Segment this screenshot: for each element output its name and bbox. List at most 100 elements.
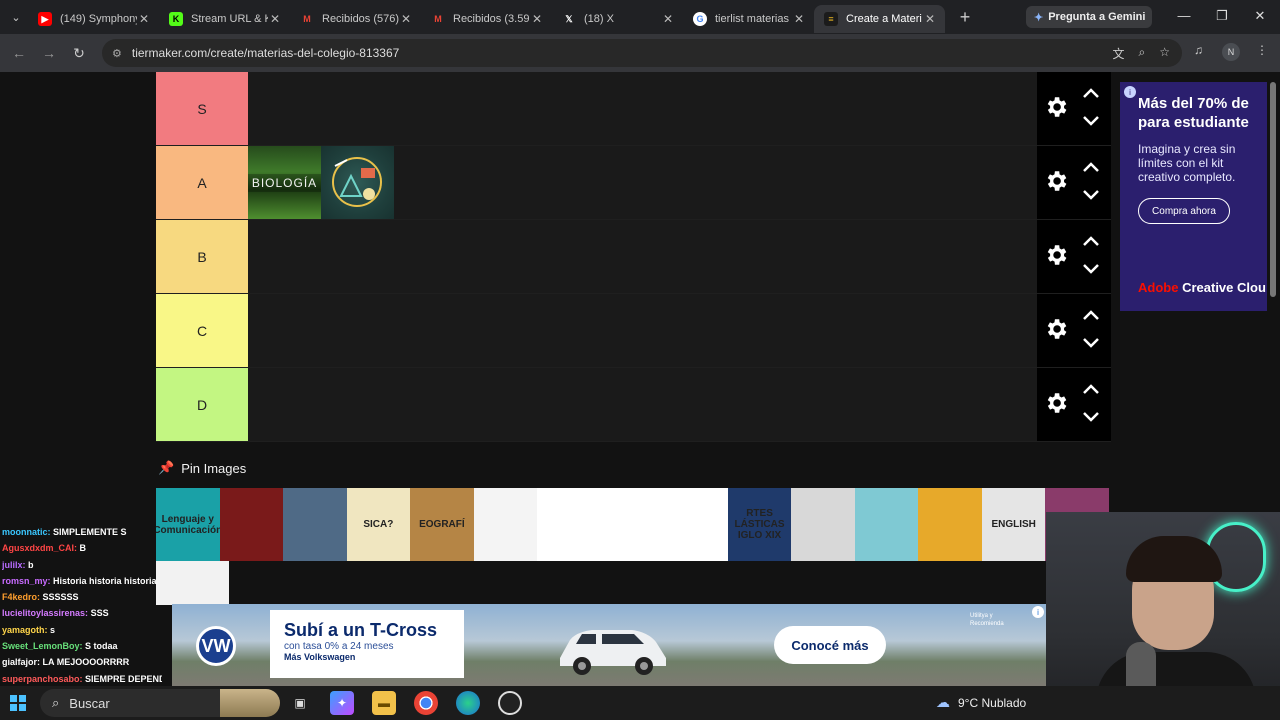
gemini-button[interactable]: ✦ Pregunta a Gemini (1026, 6, 1152, 28)
taskbar-search[interactable]: ⌕ Buscar (40, 689, 280, 717)
bookmark-star-icon[interactable]: ☆ (1159, 45, 1170, 62)
chevron-up-icon[interactable] (1081, 86, 1101, 100)
close-icon[interactable]: ✕ (661, 12, 675, 26)
pool-image-artes[interactable]: RTES LÁSTICAS IGLO XIX (727, 488, 792, 561)
tier-label[interactable]: A (156, 146, 248, 219)
gear-icon[interactable] (1043, 390, 1069, 416)
chevron-down-icon[interactable] (1081, 188, 1101, 202)
tier-label[interactable]: S (156, 72, 248, 145)
pool-image-musica[interactable] (600, 488, 665, 561)
chevron-up-icon[interactable] (1081, 382, 1101, 396)
close-icon[interactable]: ✕ (530, 12, 544, 26)
profile-avatar[interactable]: N (1222, 43, 1240, 61)
restore-icon[interactable]: ❐ (1212, 8, 1232, 24)
window-close-icon[interactable]: ✕ (1250, 8, 1270, 24)
ad-choices-icon[interactable]: i (1124, 86, 1136, 98)
page-scrollbar[interactable] (1270, 82, 1276, 297)
chat-message: julilx: b (2, 557, 162, 573)
pool-image-religion[interactable] (918, 488, 982, 561)
tab-kick[interactable]: K Stream URL & K ✕ (159, 5, 290, 33)
tab-gmail-1[interactable]: M Recibidos (576) ✕ (290, 5, 421, 33)
tab-search-button[interactable]: ⌄ (4, 5, 28, 29)
pool-image-historia[interactable] (219, 488, 284, 561)
chevron-up-icon[interactable] (1081, 234, 1101, 248)
pool-image-ingles[interactable]: ENGLISH (981, 488, 1046, 561)
pool-image-filosofia[interactable] (791, 488, 855, 561)
pool-image-informatica[interactable] (156, 561, 229, 605)
windows-start-icon[interactable] (10, 695, 26, 711)
pool-image-tecnologia[interactable] (854, 488, 919, 561)
chrome-icon[interactable] (414, 691, 438, 715)
tier-dropzone[interactable] (248, 368, 1037, 441)
chevron-up-icon[interactable] (1081, 308, 1101, 322)
volkswagen-ad-banner[interactable]: VW Subí a un T-Cross con tasa 0% a 24 me… (172, 604, 1046, 686)
tier-dropzone[interactable] (248, 72, 1037, 145)
gear-icon[interactable] (1043, 168, 1069, 194)
tab-youtube[interactable]: ▶ (149) Symphony ✕ (28, 5, 159, 33)
site-info-icon[interactable]: ⚙ (112, 47, 122, 60)
task-view-icon[interactable]: ▣ (288, 691, 312, 715)
tier-dropzone[interactable] (248, 220, 1037, 293)
pool-image-educacion-fisica[interactable] (664, 488, 728, 561)
pool-image-label: ENGLISH (991, 519, 1036, 530)
tab-tiermaker[interactable]: ≡ Create a Materi ✕ (814, 5, 945, 33)
tier-dropzone[interactable]: BIOLOGÍA (248, 146, 1037, 219)
forward-icon[interactable]: → (34, 45, 64, 61)
tier-dropzone[interactable] (248, 294, 1037, 367)
close-icon[interactable]: ✕ (268, 12, 282, 26)
copilot-icon[interactable]: ✦ (330, 691, 354, 715)
back-icon[interactable]: ← (4, 45, 34, 61)
gear-icon[interactable] (1043, 94, 1069, 120)
edge-icon[interactable] (456, 691, 480, 715)
ad-info-icon[interactable]: i (1032, 606, 1044, 618)
tab-x[interactable]: 𝕏 (18) X ✕ (552, 5, 683, 33)
chevron-down-icon[interactable] (1081, 114, 1101, 128)
reload-icon[interactable]: ↻ (64, 45, 94, 62)
pool-image-fisica[interactable]: SICA? (346, 488, 411, 561)
pool-image-etica[interactable] (537, 488, 601, 561)
tab-title: Stream URL & K (191, 13, 268, 25)
close-icon[interactable]: ✕ (923, 12, 937, 26)
x-icon: 𝕏 (565, 13, 573, 24)
search-icon: ⌕ (52, 695, 60, 710)
file-explorer-icon[interactable]: ▬ (372, 691, 396, 715)
gear-icon[interactable] (1043, 316, 1069, 342)
chevron-down-icon[interactable] (1081, 262, 1101, 276)
tier-label[interactable]: D (156, 368, 248, 441)
chevron-up-icon[interactable] (1081, 160, 1101, 174)
ad-buy-button[interactable]: Compra ahora (1138, 198, 1230, 224)
minimize-icon[interactable]: — (1174, 8, 1194, 23)
pool-image-quimica[interactable] (283, 488, 347, 561)
ad-headline-2: para estudiante (1138, 114, 1249, 131)
gear-icon[interactable] (1043, 242, 1069, 268)
chat-text: SIEMPRE DEPENDE DELNPROFESORRR (85, 673, 162, 684)
close-icon[interactable]: ✕ (137, 12, 151, 26)
pool-image-geografia[interactable]: EOGRAFÍ (410, 488, 474, 561)
vw-cta-button[interactable]: Conocé más (774, 626, 886, 664)
media-controls-icon[interactable]: ♫ (1194, 43, 1203, 57)
weather-widget[interactable]: ☁ 9°C Nublado (936, 694, 1026, 711)
obs-icon[interactable] (498, 691, 522, 715)
pool-image-plastica[interactable] (473, 488, 538, 561)
close-icon[interactable]: ✕ (399, 12, 413, 26)
tier-label[interactable]: C (156, 294, 248, 367)
vw-corner-text: Utilitya y Recomienda (970, 613, 1004, 627)
new-tab-button[interactable]: + (951, 7, 979, 28)
tab-google[interactable]: G tierlist materias ✕ (683, 5, 814, 33)
tier-item-biologia[interactable]: BIOLOGÍA (248, 146, 321, 219)
tier-label[interactable]: B (156, 220, 248, 293)
pin-images-toggle[interactable]: 📌 Pin Images (158, 460, 246, 476)
translate-icon[interactable]: 文 (1112, 45, 1124, 62)
tab-gmail-2[interactable]: M Recibidos (3.59 ✕ (421, 5, 552, 33)
chevron-down-icon[interactable] (1081, 336, 1101, 350)
adobe-ad[interactable]: i Más del 70% de para estudiante Imagina… (1120, 82, 1267, 311)
tier-item-math[interactable] (321, 146, 394, 219)
chat-username: superpanchosabo: (2, 673, 83, 684)
zoom-icon[interactable]: ⌕ (1139, 45, 1146, 62)
chevron-down-icon[interactable] (1081, 410, 1101, 424)
close-icon[interactable]: ✕ (792, 12, 806, 26)
chat-username: lucielitoylassirenas: (2, 608, 89, 619)
more-menu-icon[interactable]: ⋮ (1256, 43, 1268, 57)
pool-image-lenguaje[interactable]: Lenguaje y Comunicación (156, 488, 220, 561)
url-bar[interactable]: ⚙ tiermaker.com/create/materias-del-cole… (102, 39, 1182, 67)
